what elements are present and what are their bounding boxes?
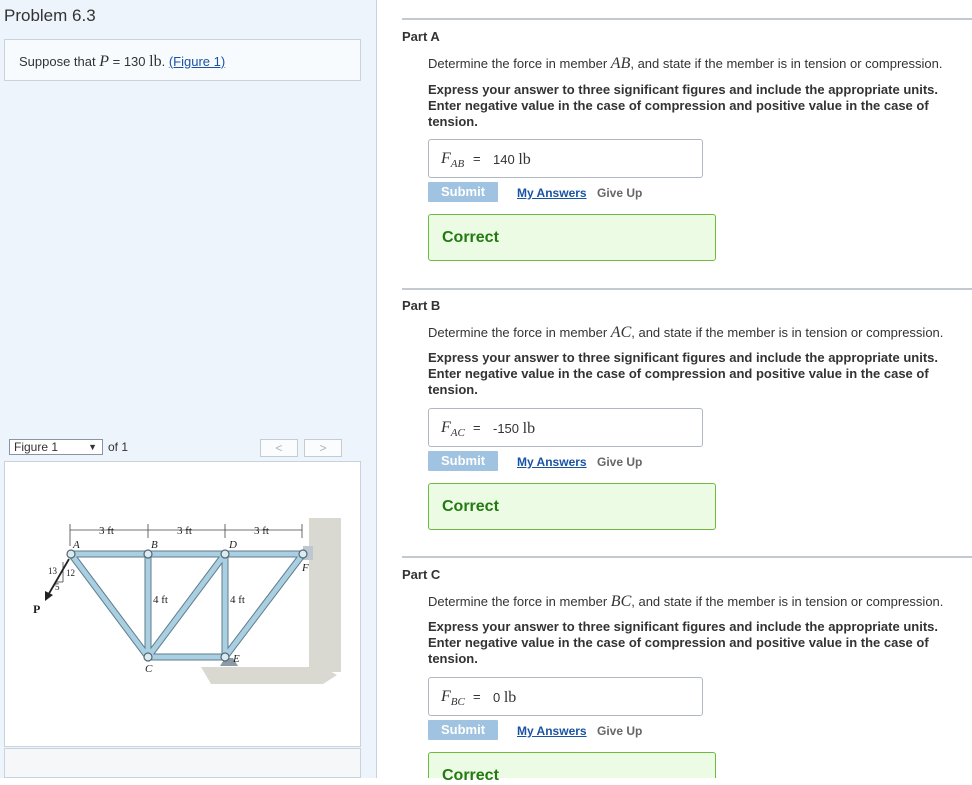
figure-count: of 1 [108, 440, 129, 454]
figure-link[interactable]: (Figure 1) [169, 54, 225, 69]
figure-toolbar: Figure 1 ▼ of 1 < > [4, 436, 361, 460]
ground [201, 667, 337, 684]
part-b-my-answers-link[interactable]: My Answers [517, 455, 587, 469]
slope-12: 12 [66, 568, 75, 578]
figure-footer [4, 748, 361, 778]
part-a-submit-button[interactable]: Submit [428, 182, 498, 202]
part-b-answer-field[interactable]: FAC = -150 lb [428, 408, 703, 447]
part-c-instructions: Express your answer to three significant… [428, 619, 938, 666]
part-b-question: Determine the force in member AC, and st… [428, 324, 944, 341]
part-a-feedback: Correct [428, 214, 716, 261]
part-c-answer-value: 0 lb [493, 689, 517, 706]
part-a-give-up-link[interactable]: Give Up [597, 186, 642, 200]
part-a-answer-label: FAB [441, 150, 465, 171]
wall [309, 518, 341, 672]
unit-lb: lb [149, 53, 162, 70]
part-a-my-answers-link[interactable]: My Answers [517, 186, 587, 200]
next-figure-button[interactable]: > [304, 439, 342, 457]
problem-statement-box: Suppose that P = 130 lb. (Figure 1) [4, 39, 361, 81]
part-a-separator [402, 18, 972, 20]
part-b-title: Part B [402, 298, 441, 313]
joint-b-label: B [151, 539, 158, 551]
joint-e-label: E [232, 653, 240, 665]
parts-panel: Part A Determine the force in member AB,… [376, 0, 972, 784]
part-a-member: AB [610, 55, 631, 72]
part-c-answer-label: FBC [441, 688, 465, 709]
part-c-question: Determine the force in member BC, and st… [428, 593, 944, 610]
problem-statement: Suppose that P = 130 lb. (Figure 1) [19, 53, 226, 70]
joint-a-label: A [72, 539, 80, 551]
dim-label-1: 3 ft [99, 525, 114, 537]
part-a-instructions: Express your answer to three significant… [428, 82, 938, 129]
problem-panel: Problem 6.3 Suppose that P = 130 lb. (Fi… [0, 0, 377, 778]
part-c-separator [402, 556, 972, 558]
figure-select[interactable]: Figure 1 ▼ [9, 439, 103, 455]
part-c-member: BC [610, 593, 632, 610]
part-b-submit-button[interactable]: Submit [428, 451, 498, 471]
prev-figure-button[interactable]: < [260, 439, 298, 457]
dim-label-2: 3 ft [177, 525, 192, 537]
joint-f-label: F [301, 562, 309, 574]
part-b-feedback: Correct [428, 483, 716, 530]
problem-title: Problem 6.3 [4, 6, 96, 25]
joint-c-label: C [145, 663, 153, 675]
part-c-feedback: Correct [428, 752, 716, 784]
height-label-1: 4 ft [153, 594, 168, 606]
truss-figure: 3 ft 3 ft 3 ft 4 ft 4 ft A B C D E F 13 … [33, 518, 341, 684]
chevron-down-icon: ▼ [88, 442, 97, 452]
part-c-give-up-link[interactable]: Give Up [597, 724, 642, 738]
part-c-my-answers-link[interactable]: My Answers [517, 724, 587, 738]
slope-13: 13 [48, 566, 58, 576]
dim-label-3: 3 ft [254, 525, 269, 537]
load-label: P [33, 602, 40, 616]
part-c-title: Part C [402, 567, 441, 582]
part-c-answer-field[interactable]: FBC = 0 lb [428, 677, 703, 716]
part-b-give-up-link[interactable]: Give Up [597, 455, 642, 469]
variable-p: P [99, 53, 110, 70]
height-label-2: 4 ft [230, 594, 245, 606]
joint-d-label: D [228, 539, 237, 551]
part-a-answer-field[interactable]: FAB = 140 lb [428, 139, 703, 178]
part-b-instructions: Express your answer to three significant… [428, 350, 938, 397]
part-a-title: Part A [402, 29, 440, 44]
part-c-submit-button[interactable]: Submit [428, 720, 498, 740]
part-a-question: Determine the force in member AB, and st… [428, 55, 943, 72]
figure-panel: 3 ft 3 ft 3 ft 4 ft 4 ft A B C D E F 13 … [4, 461, 361, 747]
part-a-answer-value: 140 lb [493, 151, 531, 168]
part-b-answer-label: FAC [441, 419, 465, 440]
part-b-answer-value: -150 lb [493, 420, 536, 437]
part-b-member: AC [610, 324, 632, 341]
part-b-separator [402, 288, 972, 290]
